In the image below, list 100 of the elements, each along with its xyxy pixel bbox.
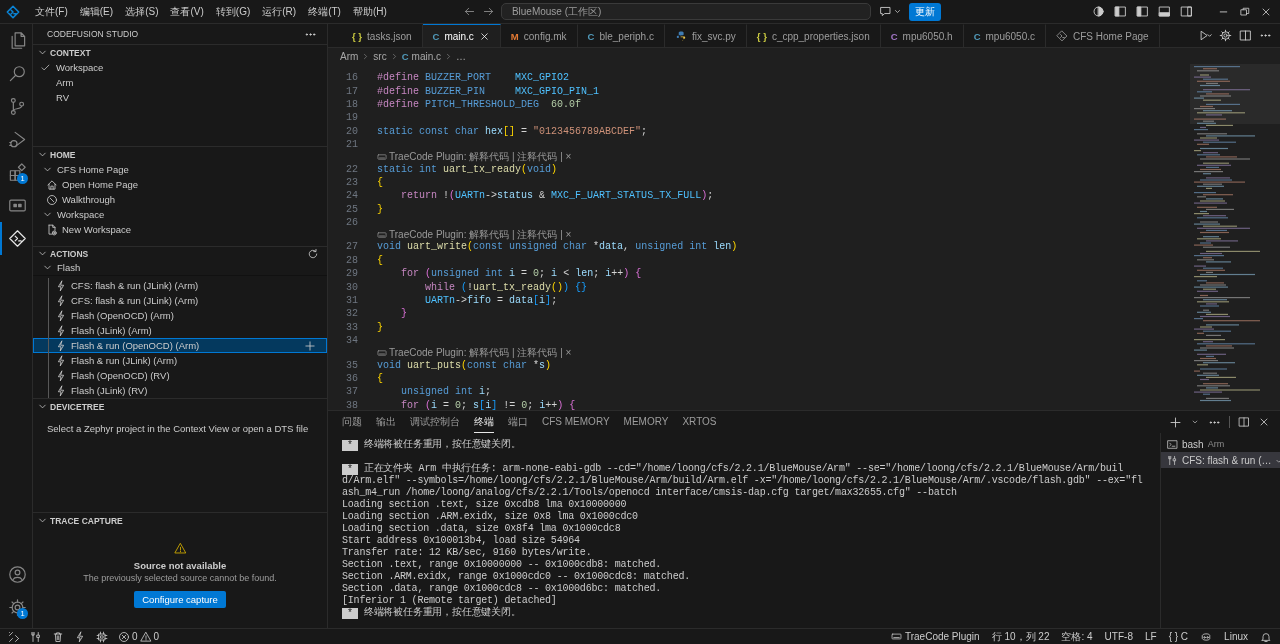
section-header[interactable]: ACTIONS (50, 248, 89, 259)
warning-icon[interactable] (139, 630, 152, 643)
section-header[interactable]: HOME (50, 149, 76, 160)
extensions-icon[interactable] (7, 163, 27, 182)
tree-item[interactable]: New Workspace (62, 224, 131, 235)
diamond-icon[interactable] (7, 229, 27, 248)
back-arrow-icon[interactable] (462, 5, 476, 18)
status-item[interactable]: { } C (1168, 631, 1189, 642)
panel-tab[interactable]: 输出 (376, 411, 396, 433)
menu-item[interactable]: 选择(S) (120, 2, 164, 21)
breadcrumb-item[interactable]: … (456, 50, 466, 62)
action-item[interactable]: Flash & run (JLink) (Arm) (33, 353, 327, 368)
chip-icon[interactable] (96, 630, 108, 643)
context-item[interactable]: Workspace (56, 62, 104, 73)
split-editor-icon[interactable] (1239, 29, 1252, 42)
context-item[interactable]: RV (56, 92, 70, 103)
account-icon[interactable] (7, 565, 27, 584)
forward-arrow-icon[interactable] (481, 5, 495, 18)
close-icon[interactable] (478, 30, 490, 42)
action-item[interactable]: CFS: flash & run (JLink) (Arm) (33, 293, 327, 308)
panel-tab[interactable]: CFS MEMORY (542, 413, 610, 431)
copilot-icon[interactable] (1200, 630, 1213, 643)
terminal-session[interactable]: bash Arm (1161, 436, 1280, 452)
terminal-icon (1167, 438, 1178, 450)
tree-item[interactable]: Walkthrough (62, 194, 115, 205)
tree-item[interactable]: Workspace (57, 209, 105, 220)
breadcrumb-item[interactable]: Arm (340, 50, 359, 62)
plus-icon[interactable] (1169, 415, 1182, 429)
panel-tab[interactable]: 调试控制台 (410, 411, 460, 433)
action-item[interactable]: Flash (OpenOCD) (Arm) (33, 308, 327, 323)
menu-item[interactable]: 编辑(E) (74, 2, 119, 21)
status-item[interactable]: LF (1144, 631, 1157, 642)
status-item[interactable]: 行 10，列 22 (991, 629, 1050, 644)
sidebar-layout-icon[interactable] (1136, 5, 1149, 18)
section-header[interactable]: CONTEXT (50, 47, 91, 58)
close-icon[interactable] (1258, 416, 1270, 428)
sidebar-layout-icon[interactable] (1114, 5, 1127, 18)
error-count[interactable]: 0 (132, 631, 138, 642)
run-debug-icon[interactable] (7, 130, 27, 149)
menu-item[interactable]: 帮助(H) (347, 2, 392, 21)
status-item[interactable]: 空格: 4 (1061, 629, 1093, 644)
editor-tab[interactable]: fix_svc.py (664, 24, 747, 47)
action-item[interactable]: CFS: flash & run (JLink) (Arm) (33, 278, 327, 293)
editor-tab[interactable]: { } tasks.json (342, 24, 423, 47)
status-item[interactable]: UTF-8 (1104, 631, 1133, 642)
search-icon[interactable] (7, 64, 27, 83)
panel-tab[interactable]: 问题 (342, 411, 362, 433)
status-item[interactable]: TraeCode Plugin (905, 631, 980, 642)
section-header[interactable]: TRACE CAPTURE (50, 515, 123, 526)
status-item[interactable]: Linux (1224, 631, 1248, 642)
layout-icon[interactable] (1180, 5, 1193, 18)
action-item[interactable]: Flash (OpenOCD) (RV) (33, 368, 327, 383)
bolt-icon[interactable] (74, 630, 86, 643)
editor-tab[interactable]: { } c_cpp_properties.json (746, 24, 881, 47)
editor-tab[interactable]: M config.mk (500, 24, 578, 47)
code-lens[interactable]: TraeCode Plugin: 解释代码 | 注释代码 | × (389, 229, 572, 241)
menu-item[interactable]: 运行(R) (257, 2, 302, 21)
editor-tab[interactable]: CFS Home Page (1046, 24, 1160, 47)
remote-icon[interactable] (8, 630, 20, 643)
restore-icon[interactable] (1239, 5, 1251, 18)
error-icon[interactable] (118, 630, 130, 643)
maximize-icon[interactable] (1238, 416, 1250, 428)
menu-item[interactable]: 文件(F) (30, 2, 73, 21)
action-item[interactable]: Flash (JLink) (RV) (33, 383, 327, 398)
bell-icon[interactable] (1260, 630, 1272, 643)
editor-tab[interactable]: C mpu6050.h (880, 24, 964, 47)
terminal-session[interactable]: CFS: flash & run (… (1161, 452, 1280, 468)
panel-tab[interactable]: 终端 (474, 411, 494, 433)
code-lens[interactable]: TraeCode Plugin: 解释代码 | 注释代码 | × (389, 347, 572, 359)
tree-item[interactable]: Open Home Page (62, 179, 139, 190)
panel-tab[interactable]: 端口 (508, 411, 528, 433)
plus-icon[interactable] (304, 339, 316, 352)
warning-count[interactable]: 0 (153, 631, 160, 642)
tools-icon[interactable] (30, 630, 42, 643)
refresh-icon[interactable] (307, 247, 319, 260)
editor-tab[interactable]: C ble_periph.c (577, 24, 665, 47)
trash-icon[interactable] (52, 630, 64, 643)
panel-tab[interactable]: MEMORY (623, 413, 669, 431)
action-item[interactable]: Flash & run (OpenOCD) (Arm) (33, 338, 327, 353)
tree-item[interactable]: Flash (57, 262, 81, 274)
tree-item[interactable]: CFS Home Page (57, 164, 129, 175)
settings-icon[interactable] (1219, 29, 1232, 42)
editor-tab[interactable]: C main.c (422, 24, 501, 47)
editor-tab[interactable]: C mpu6050.c (963, 24, 1046, 47)
menu-item[interactable]: 转到(G) (210, 2, 256, 21)
code-lens[interactable]: TraeCode Plugin: 解释代码 | 注释代码 | × (389, 151, 572, 163)
breadcrumb-item[interactable]: src (373, 50, 387, 62)
update-button[interactable]: 更新 (908, 2, 941, 21)
configure-button[interactable]: Configure capture (134, 591, 226, 608)
search-field[interactable]: BlueMouse (工作区) (500, 3, 871, 20)
section-header[interactable]: DEVICETREE (50, 401, 105, 412)
panel-layout-icon[interactable] (1158, 5, 1171, 18)
panel-tab[interactable]: XRTOS (682, 413, 717, 431)
menu-item[interactable]: 终端(T) (303, 2, 346, 21)
chat-icon[interactable] (878, 5, 892, 18)
breadcrumb-item[interactable]: main.c (411, 50, 441, 62)
run-icon[interactable] (1199, 29, 1212, 42)
menu-item[interactable]: 查看(V) (165, 2, 209, 21)
context-item[interactable]: Arm (56, 77, 74, 88)
half-circle-icon[interactable] (1092, 5, 1105, 18)
